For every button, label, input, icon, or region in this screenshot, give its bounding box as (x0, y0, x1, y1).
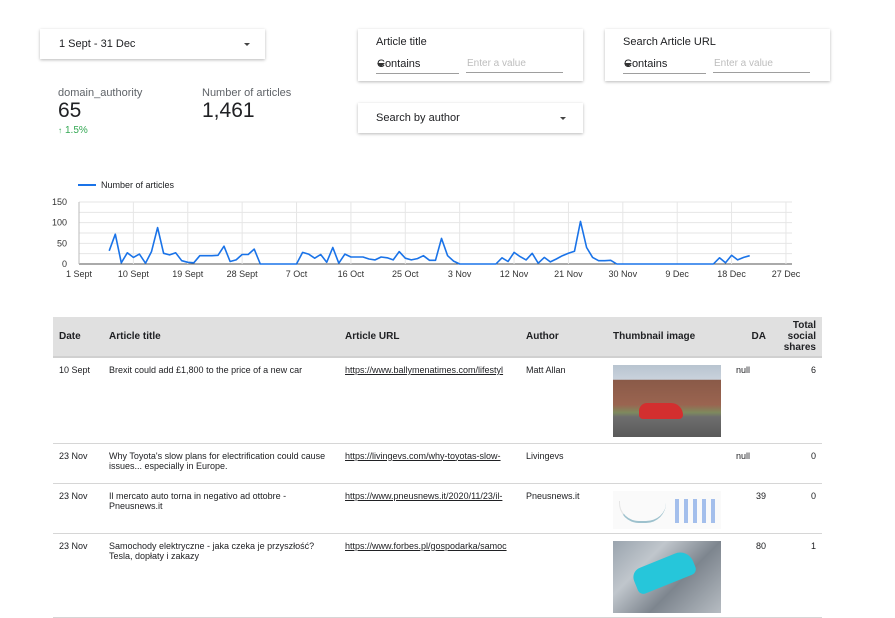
thumbnail-image (613, 541, 721, 613)
caret-down-icon (377, 63, 385, 67)
cell-thumbnail (607, 357, 730, 443)
x-tick-label: 18 Dec (717, 269, 746, 279)
scorecard-value: 65 (58, 99, 142, 123)
cell-url: https://www.pneusnews.it/2020/11/23/il- (339, 483, 520, 533)
scorecard-delta: ↑ 1.5% (58, 125, 142, 136)
cell-da: null (730, 443, 772, 483)
y-tick-label: 150 (52, 197, 67, 207)
domain-authority-scorecard: domain_authority 65 ↑ 1.5% (58, 87, 142, 136)
delta-value: 1.5% (65, 125, 88, 136)
x-tick-label: 28 Sept (227, 269, 259, 279)
cell-date: 23 Nov (53, 483, 103, 533)
legend-label: Number of articles (101, 180, 174, 190)
column-header-author[interactable]: Author (520, 317, 607, 357)
cell-author: Matt Allan (520, 357, 607, 443)
column-header-thumbnail[interactable]: Thumbnail image (607, 317, 730, 357)
article-title-filter: Article title Contains (358, 29, 583, 81)
cell-thumbnail (607, 483, 730, 533)
cell-date: 23 Nov (53, 443, 103, 483)
cell-date: 23 Nov (53, 533, 103, 617)
filter-title: Search Article URL (623, 36, 716, 48)
date-range-picker[interactable]: 1 Sept - 31 Dec (40, 29, 265, 59)
cell-url: https://www.ballymenatimes.com/lifestyl (339, 357, 520, 443)
x-tick-label: 10 Sept (118, 269, 150, 279)
x-tick-label: 16 Oct (338, 269, 365, 279)
cell-title: Brexit could add £1,800 to the price of … (103, 357, 339, 443)
cell-title: Il mercato auto torna in negativo ad ott… (103, 483, 339, 533)
table-header-row: Date Article title Article URL Author Th… (53, 317, 822, 357)
filter-title: Article title (376, 36, 427, 48)
column-header-url[interactable]: Article URL (339, 317, 520, 357)
articles-table: Date Article title Article URL Author Th… (53, 317, 822, 618)
table-row: 23 Nov Samochody elektryczne - jaka czek… (53, 533, 822, 617)
x-tick-label: 1 Sept (66, 269, 93, 279)
x-tick-label: 3 Nov (448, 269, 472, 279)
x-tick-label: 12 Nov (500, 269, 529, 279)
x-tick-label: 19 Sept (172, 269, 204, 279)
article-link[interactable]: https://www.ballymenatimes.com/lifestyl (345, 365, 513, 375)
author-picker[interactable]: Search by author (358, 103, 583, 133)
article-url-filter: Search Article URL Contains (605, 29, 830, 81)
article-title-input[interactable] (466, 55, 563, 73)
y-tick-label: 50 (57, 238, 67, 248)
scorecard-value: 1,461 (202, 99, 291, 123)
author-picker-label: Search by author (376, 112, 460, 124)
scorecard-label: domain_authority (58, 87, 142, 99)
scorecard-label: Number of articles (202, 87, 291, 99)
cell-shares: 0 (772, 483, 822, 533)
cell-shares: 6 (772, 357, 822, 443)
column-header-date[interactable]: Date (53, 317, 103, 357)
x-tick-label: 30 Nov (609, 269, 638, 279)
cell-thumbnail (607, 533, 730, 617)
article-url-input[interactable] (713, 55, 810, 73)
legend-swatch (78, 184, 96, 186)
column-header-da[interactable]: DA (730, 317, 772, 357)
cell-author: Livingevs (520, 443, 607, 483)
arrow-up-icon: ↑ (58, 126, 62, 135)
y-tick-label: 0 (62, 259, 67, 269)
chevron-down-icon (560, 117, 566, 120)
operator-dropdown[interactable]: Contains (376, 55, 459, 74)
y-tick-label: 100 (52, 218, 67, 228)
table-row: 10 Sept Brexit could add £1,800 to the p… (53, 357, 822, 443)
cell-title: Why Toyota's slow plans for electrificat… (103, 443, 339, 483)
cell-author (520, 533, 607, 617)
operator-dropdown[interactable]: Contains (623, 55, 706, 74)
x-tick-label: 9 Dec (665, 269, 689, 279)
column-header-shares[interactable]: Total social shares (772, 317, 822, 357)
chart-canvas: 0 50 100 150 1 Sept 10 Sept 19 Sept 28 Sept 7 Oc… (40, 175, 820, 285)
x-tick-label: 21 Nov (554, 269, 583, 279)
cell-thumbnail (607, 443, 730, 483)
article-count-scorecard: Number of articles 1,461 (202, 87, 291, 123)
table-row: 23 Nov Il mercato auto torna in negativo… (53, 483, 822, 533)
column-header-title[interactable]: Article title (103, 317, 339, 357)
chart-legend: Number of articles (78, 180, 174, 190)
x-tick-label: 27 Dec (772, 269, 801, 279)
article-link[interactable]: https://www.pneusnews.it/2020/11/23/il- (345, 491, 513, 501)
x-tick-label: 25 Oct (392, 269, 419, 279)
table-row: 23 Nov Why Toyota's slow plans for elect… (53, 443, 822, 483)
thumbnail-image (613, 491, 721, 529)
article-link[interactable]: https://livingevs.com/why-toyotas-slow- (345, 451, 513, 461)
cell-da: 39 (730, 483, 772, 533)
x-tick-label: 7 Oct (286, 269, 308, 279)
cell-title: Samochody elektryczne - jaka czeka je pr… (103, 533, 339, 617)
caret-down-icon (624, 63, 632, 67)
cell-shares: 1 (772, 533, 822, 617)
cell-date: 10 Sept (53, 357, 103, 443)
cell-da: 80 (730, 533, 772, 617)
cell-shares: 0 (772, 443, 822, 483)
cell-da: null (730, 357, 772, 443)
cell-url: https://www.forbes.pl/gospodarka/samoc (339, 533, 520, 617)
cell-url: https://livingevs.com/why-toyotas-slow- (339, 443, 520, 483)
article-link[interactable]: https://www.forbes.pl/gospodarka/samoc (345, 541, 513, 551)
articles-time-series-chart: Number of articles 0 50 100 150 1 Sept 10 Sep… (40, 175, 820, 285)
cell-author: Pneusnews.it (520, 483, 607, 533)
thumbnail-image (613, 365, 721, 437)
series-line (109, 221, 750, 264)
date-range-label: 1 Sept - 31 Dec (59, 38, 135, 50)
chevron-down-icon (244, 43, 250, 46)
